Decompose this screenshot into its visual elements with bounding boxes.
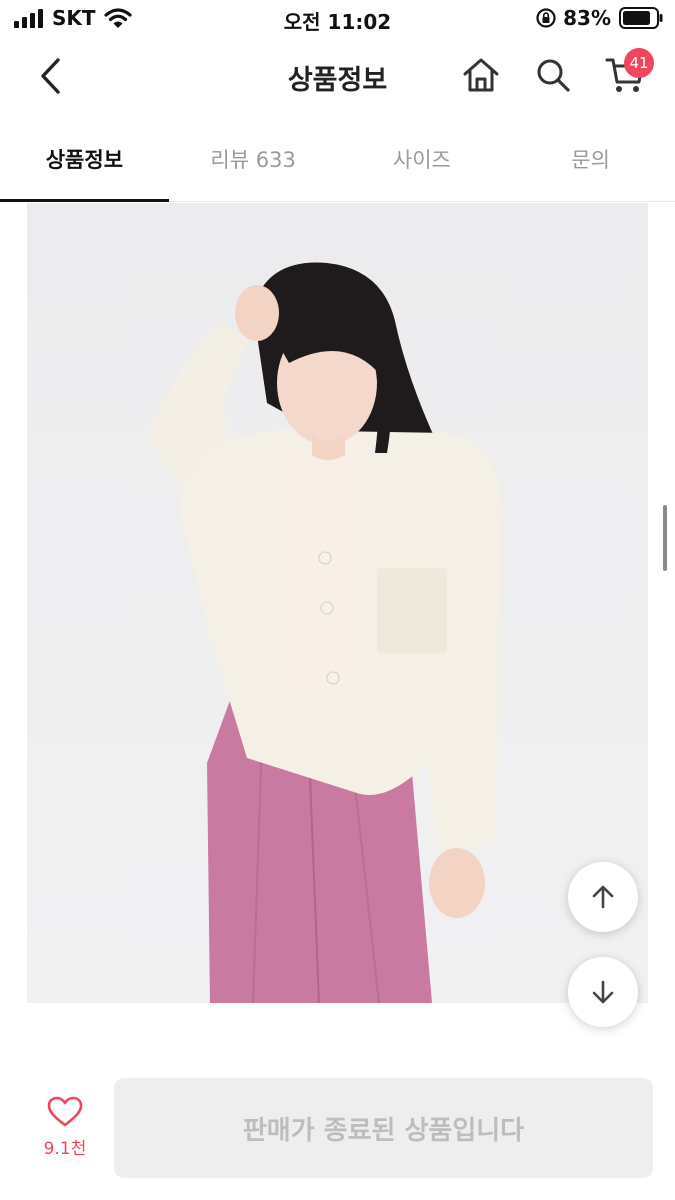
home-icon [463, 58, 499, 92]
nav-bar: 상품정보 41 [0, 40, 675, 116]
tab-reviews[interactable]: 리뷰 633 [169, 116, 338, 201]
product-image [27, 203, 648, 1003]
scroll-to-bottom-button[interactable] [568, 957, 638, 1027]
scrollbar[interactable] [663, 505, 667, 571]
like-button[interactable]: 9.1천 [26, 1096, 104, 1170]
cart-count-badge: 41 [624, 48, 654, 78]
status-right: 83% [535, 6, 663, 30]
chevron-left-icon [41, 58, 60, 94]
cart-button[interactable]: 41 [600, 48, 654, 98]
scroll-to-top-button[interactable] [568, 862, 638, 932]
tab-inquiry[interactable]: 문의 [506, 116, 675, 201]
status-bar: SKT 오전 11:02 83% [0, 0, 675, 40]
signal-icon [14, 9, 43, 28]
home-button[interactable] [458, 52, 504, 98]
bottom-action-bar: 9.1천 판매가 종료된 상품입니다 [0, 1060, 675, 1200]
battery-icon [619, 7, 663, 29]
arrow-down-icon [592, 980, 614, 1004]
search-icon [537, 59, 570, 92]
back-button[interactable] [28, 54, 72, 98]
tab-bar: 상품정보 리뷰 633 사이즈 문의 [0, 116, 675, 202]
arrow-up-icon [592, 885, 614, 909]
heart-icon [47, 1096, 83, 1127]
tab-product-info[interactable]: 상품정보 [0, 116, 169, 202]
tab-size[interactable]: 사이즈 [338, 116, 507, 201]
battery-percent: 83% [563, 6, 611, 30]
wifi-icon [103, 8, 132, 28]
like-count: 9.1천 [43, 1139, 87, 1159]
carrier-label: SKT [52, 6, 96, 30]
product-photo-illustration [27, 203, 648, 1003]
status-left: SKT [14, 6, 132, 30]
sold-out-button[interactable]: 판매가 종료된 상품입니다 [114, 1078, 653, 1178]
orientation-lock-icon [536, 8, 556, 28]
search-button[interactable] [530, 52, 576, 98]
